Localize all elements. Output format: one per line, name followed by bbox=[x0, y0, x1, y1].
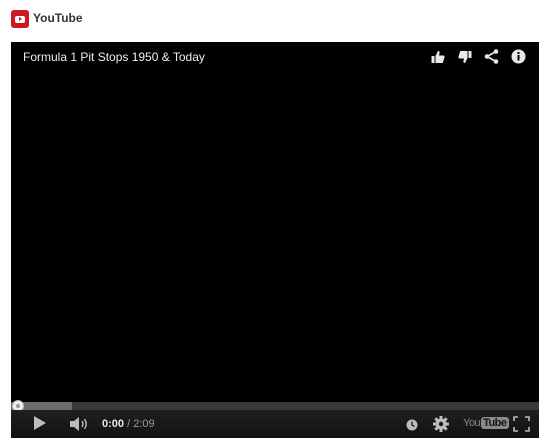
youtube-logo[interactable]: You Tube bbox=[463, 417, 509, 429]
play-badge bbox=[15, 15, 25, 23]
control-bar: 0:00 / 2:09 You Tube bbox=[11, 410, 539, 438]
dislike-icon[interactable] bbox=[456, 48, 473, 65]
watch-later-icon[interactable] bbox=[406, 418, 418, 436]
youtube-logo-tube: Tube bbox=[481, 417, 509, 429]
info-icon[interactable] bbox=[510, 48, 527, 65]
site-header: YouTube bbox=[0, 0, 550, 40]
time-display: 0:00 / 2:09 bbox=[102, 418, 155, 430]
youtube-play-icon[interactable] bbox=[11, 10, 29, 28]
duration: 2:09 bbox=[133, 418, 155, 430]
video-player[interactable]: Formula 1 Pit Stops 1950 & Today 0:00 / … bbox=[11, 42, 539, 438]
play-icon[interactable] bbox=[33, 415, 47, 436]
volume-icon[interactable] bbox=[69, 416, 91, 437]
share-icon[interactable] bbox=[483, 48, 500, 65]
video-title[interactable]: Formula 1 Pit Stops 1950 & Today bbox=[23, 50, 205, 64]
like-icon[interactable] bbox=[429, 48, 446, 65]
fullscreen-icon[interactable] bbox=[513, 416, 530, 437]
top-actions bbox=[429, 48, 527, 65]
settings-icon[interactable] bbox=[433, 416, 449, 437]
time-separator: / bbox=[127, 418, 131, 430]
current-time: 0:00 bbox=[102, 418, 125, 430]
site-name[interactable]: YouTube bbox=[33, 11, 83, 25]
progress-bar[interactable] bbox=[11, 400, 539, 412]
youtube-logo-you: You bbox=[463, 417, 481, 429]
